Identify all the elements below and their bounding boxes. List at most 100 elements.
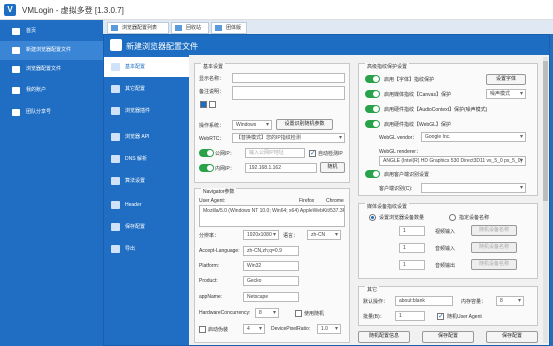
- tab-team[interactable]: 团体版: [211, 22, 247, 34]
- webgl-vendor-select[interactable]: Google Inc.: [421, 132, 526, 142]
- note-label: 备注说明：: [199, 89, 225, 95]
- public-ip-toggle[interactable]: [199, 149, 214, 157]
- save-icon: [111, 223, 120, 231]
- webrtc-label: WebRTC：: [199, 136, 225, 142]
- dialog-nav-dns[interactable]: DNS 解析: [104, 149, 189, 169]
- inner-ip-toggle[interactable]: [199, 164, 214, 172]
- memory-select[interactable]: 8: [496, 296, 524, 306]
- dns-icon: [111, 155, 120, 163]
- scrollbar-thumb[interactable]: [543, 61, 548, 201]
- tab-profile-list[interactable]: 浏览器配置列表: [107, 22, 169, 34]
- outer-sidebar-item-new-profile[interactable]: 新建浏览器配置文件: [0, 41, 103, 60]
- accept-language-input[interactable]: zh-CN,zh;q=0.9: [243, 246, 299, 256]
- dialog-nav-algorithm[interactable]: 算法设置: [104, 171, 189, 191]
- audio-input-label: 音频输入: [435, 246, 456, 252]
- video-input-stepper[interactable]: 1: [399, 226, 425, 236]
- public-ip-label: 公网IP：: [215, 151, 235, 157]
- language-select[interactable]: zh-CN: [307, 230, 341, 240]
- api-icon: [111, 133, 120, 141]
- audio-input-random-button[interactable]: 随机设备名称: [471, 242, 517, 253]
- canvas-protect-toggle[interactable]: [365, 90, 380, 98]
- font-protect-label: 启用【字体】指纹保护: [384, 77, 435, 83]
- random-params-button[interactable]: 设置识别随机参数: [276, 119, 333, 130]
- audio-protect-toggle[interactable]: [365, 105, 380, 113]
- inner-ip-random-button[interactable]: 随机: [320, 162, 345, 173]
- public-ip-input[interactable]: 输入公网IP地址: [245, 148, 305, 158]
- font-protect-toggle[interactable]: [365, 75, 380, 83]
- ua-textarea[interactable]: Mozilla/5.0 (Windows NT 10.0; Win64; x64…: [199, 205, 345, 227]
- client-rect-toggle[interactable]: [365, 170, 380, 178]
- device-name-radio[interactable]: [449, 214, 456, 221]
- note-input[interactable]: [232, 86, 345, 100]
- webgl-protect-toggle[interactable]: [365, 120, 380, 128]
- client-sub-label: 客户端识别(C):: [379, 186, 413, 192]
- home-icon: [12, 28, 20, 35]
- touch-checkbox[interactable]: [199, 326, 206, 333]
- audio-input-stepper[interactable]: 1: [399, 243, 425, 253]
- fingerprint-title: 高级指纹保护设置: [365, 63, 410, 70]
- dialog-scrollbar[interactable]: [543, 57, 548, 343]
- dialog-nav-plugins[interactable]: 浏览器插件: [104, 101, 189, 121]
- media-title: 媒体设备指纹设置: [365, 203, 410, 210]
- app-title-bar: V VMLogin - 虚拟多登 [1.3.0.7]: [0, 0, 553, 20]
- navigator-title: Navigator参数: [201, 188, 237, 195]
- random-config-button[interactable]: 随机配置信息: [358, 331, 410, 343]
- name-input[interactable]: [232, 73, 345, 83]
- touch-select[interactable]: 4: [243, 324, 265, 334]
- dialog-nav-other[interactable]: 其它配置: [104, 79, 189, 99]
- hw-concurrency-select[interactable]: 8: [255, 308, 279, 318]
- webgl-renderer-select[interactable]: ANGLE (Intel(R) HD Graphics 530 Direct3D…: [379, 156, 526, 166]
- product-input[interactable]: Gecko: [243, 276, 299, 286]
- dialog-sidebar: 基本配置 其它配置 浏览器插件 浏览器 API DNS 解析 算法设置 Head…: [104, 55, 189, 345]
- ua-chrome-label[interactable]: Chrome: [326, 198, 344, 204]
- outer-sidebar-item-team[interactable]: 团队分享号: [0, 103, 103, 122]
- inner-ip-input[interactable]: 192.168.1.162: [245, 163, 317, 173]
- hw-random-checkbox[interactable]: [295, 310, 302, 317]
- outer-sidebar-item-home[interactable]: 首页: [0, 22, 103, 41]
- audio-output-random-button[interactable]: 随机设备名称: [471, 259, 517, 270]
- audio-output-stepper[interactable]: 1: [399, 260, 425, 270]
- dialog-nav-basic[interactable]: 基本配置: [104, 57, 189, 77]
- client-rect-select[interactable]: [421, 183, 526, 193]
- device-count-label: 设置浏览器设备数量: [379, 215, 425, 221]
- ua-firefox-label[interactable]: Firefox: [299, 198, 314, 204]
- touch-label: 启动伪装: [208, 327, 229, 333]
- appname-input[interactable]: Netscape: [243, 292, 299, 302]
- other-panel: 其它 默认操作： about:blank 内存容量： 8 批量(B)： 1 随机…: [358, 286, 538, 326]
- product-label: Product:: [199, 278, 218, 284]
- audio-protect-label: 启用硬件指纹【AudioContext】保护(噪声模式): [384, 107, 488, 113]
- webgl-vendor-label: WebGL vendor：: [379, 135, 418, 141]
- device-name-label: 指定设备名称: [459, 215, 490, 221]
- video-random-button[interactable]: 随机设备名称: [471, 225, 517, 236]
- outer-sidebar-item-profiles[interactable]: 浏览器配置文件: [0, 60, 103, 79]
- os-select[interactable]: Windows: [232, 120, 272, 130]
- platform-input[interactable]: Win32: [243, 261, 299, 271]
- dialog-nav-header[interactable]: Header: [104, 195, 189, 215]
- batch-input[interactable]: 1: [395, 311, 425, 321]
- outer-sidebar-item-account[interactable]: 我的账户: [0, 81, 103, 100]
- auto-detect-checkbox[interactable]: [309, 149, 316, 157]
- webrtc-select[interactable]: 【替换模式】您的IP指纹检测: [232, 133, 345, 143]
- save-config-button-2[interactable]: 保存配置: [486, 331, 538, 343]
- startup-input[interactable]: about:blank: [395, 296, 453, 306]
- note-color-clear[interactable]: [209, 101, 216, 108]
- tab-recycle-bin[interactable]: 回收站: [171, 22, 209, 34]
- dpr-label: DevicePixelRatio:: [271, 326, 311, 332]
- export-icon: [111, 245, 120, 253]
- font-settings-button[interactable]: 设置字体: [486, 74, 526, 85]
- save-config-button[interactable]: 保存配置: [422, 331, 474, 343]
- hw-random-label: 使用随机: [304, 311, 325, 317]
- device-count-radio[interactable]: [369, 214, 376, 221]
- resolution-select[interactable]: 1920x1080: [243, 230, 279, 240]
- canvas-mode-select[interactable]: 噪声模式: [486, 89, 526, 99]
- note-color-swatch[interactable]: [200, 101, 207, 108]
- resolution-label: 分辨率：: [199, 233, 220, 239]
- new-profile-dialog: 新建浏览器配置文件 基本配置 其它配置 浏览器插件 浏览器 API DNS 解析…: [103, 34, 550, 346]
- dialog-nav-export[interactable]: 导出: [104, 239, 189, 259]
- dpr-select[interactable]: 1.0: [317, 324, 341, 334]
- user-icon: [12, 87, 20, 94]
- dialog-nav-api[interactable]: 浏览器 API: [104, 127, 189, 147]
- dialog-nav-save[interactable]: 保存配置: [104, 217, 189, 237]
- webgl-protect-label: 启用硬件指纹【WebGL】保护: [384, 122, 451, 128]
- random-ua-checkbox[interactable]: [437, 312, 444, 320]
